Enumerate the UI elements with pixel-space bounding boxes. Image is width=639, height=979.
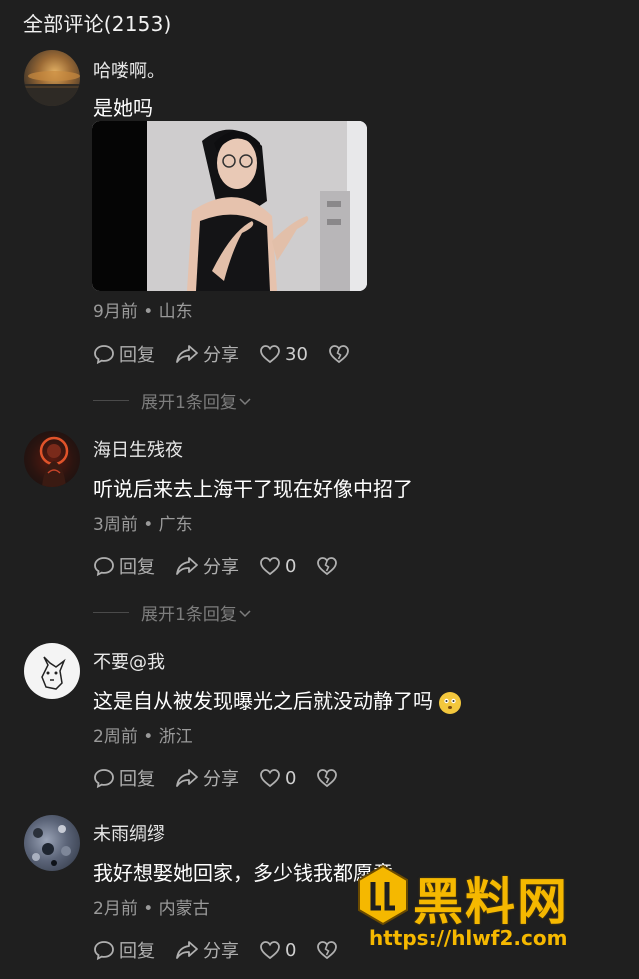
- dislike-button[interactable]: [316, 939, 342, 961]
- like-button[interactable]: 30: [259, 343, 308, 365]
- watermark: 黑料网 https://hlwf2.com: [355, 860, 635, 960]
- share-label: 分享: [203, 557, 239, 578]
- reply-button[interactable]: 回复: [93, 341, 155, 367]
- comment-meta: 3周前 • 广东: [93, 515, 193, 535]
- reply-label: 回复: [119, 941, 155, 962]
- comment-actions: 回复 分享 30: [93, 341, 374, 367]
- broken-heart-icon: [329, 345, 349, 364]
- reply-icon: [94, 769, 114, 789]
- dislike-button[interactable]: [316, 767, 342, 789]
- share-icon: [176, 769, 198, 787]
- share-button[interactable]: 分享: [175, 341, 239, 367]
- expand-replies[interactable]: 展开1条回复: [93, 388, 253, 413]
- username[interactable]: 海日生残夜: [93, 436, 183, 462]
- comment-meta: 9月前 • 山东: [93, 302, 193, 322]
- share-icon: [176, 345, 198, 363]
- comments-page: 全部评论(2153) 哈喽啊。 是她吗 9月前 • 山东 回复 分享 30 展开…: [0, 0, 639, 979]
- like-count: 0: [285, 939, 297, 961]
- dislike-button[interactable]: [316, 555, 342, 577]
- heart-icon: [260, 345, 280, 364]
- reply-icon: [94, 345, 114, 365]
- avatar-stones-image: [32, 825, 71, 866]
- avatar-sketch-dog-image: [41, 656, 66, 690]
- like-button[interactable]: 0: [259, 767, 296, 789]
- expand-label: 展开1条回复: [141, 605, 237, 625]
- broken-heart-icon: [317, 769, 338, 788]
- comment-text: 是她吗: [93, 96, 153, 120]
- comments-header: 全部评论(2153): [23, 12, 172, 36]
- reply-label: 回复: [119, 557, 155, 578]
- heart-icon: [260, 941, 280, 960]
- heart-icon: [260, 769, 280, 788]
- dislike-button[interactable]: [328, 343, 354, 365]
- share-icon: [176, 557, 198, 575]
- watermark-logo-icon: [358, 864, 408, 926]
- reply-label: 回复: [119, 769, 155, 790]
- avatar-sunset-image: [24, 71, 80, 106]
- like-count: 0: [285, 555, 297, 577]
- share-button[interactable]: 分享: [175, 765, 239, 791]
- comment-meta: 2周前 • 浙江: [93, 727, 193, 747]
- username[interactable]: 哈喽啊。: [93, 57, 165, 83]
- avatar[interactable]: [24, 431, 80, 487]
- broken-heart-icon: [317, 557, 338, 576]
- reply-button[interactable]: 回复: [93, 553, 155, 579]
- like-count: 30: [285, 343, 308, 365]
- watermark-title: 黑料网: [413, 873, 569, 931]
- chevron-down-icon: [239, 397, 251, 405]
- reply-button[interactable]: 回复: [93, 937, 155, 963]
- like-button[interactable]: 0: [259, 939, 296, 961]
- reply-label: 回复: [119, 345, 155, 366]
- broken-heart-icon: [317, 941, 338, 960]
- comment-actions: 回复 分享 0: [93, 937, 362, 963]
- share-label: 分享: [203, 345, 239, 366]
- avatar[interactable]: [24, 643, 80, 699]
- expand-label: 展开1条回复: [141, 393, 237, 413]
- comment-actions: 回复 分享 0: [93, 765, 362, 791]
- share-label: 分享: [203, 769, 239, 790]
- watermark-url: https://hlwf2.com: [369, 926, 568, 950]
- expand-replies[interactable]: 展开1条回复: [93, 600, 253, 625]
- comment-meta: 2月前 • 内蒙古: [93, 899, 210, 919]
- reply-icon: [94, 941, 114, 961]
- comment-text: 听说后来去上海干了现在好像中招了: [93, 477, 413, 501]
- comment-image[interactable]: [92, 121, 367, 291]
- reply-icon: [94, 557, 114, 577]
- avatar[interactable]: [24, 815, 80, 871]
- avatar-fire-figure-image: [39, 436, 69, 487]
- comment-actions: 回复 分享 0: [93, 553, 362, 579]
- share-button[interactable]: 分享: [175, 937, 239, 963]
- heart-icon: [260, 557, 280, 576]
- photo-woman-image: [92, 121, 367, 291]
- comment-text: 我好想娶她回家，多少钱我都愿意: [93, 861, 393, 885]
- like-count: 0: [285, 767, 297, 789]
- divider-line: [93, 612, 129, 613]
- username[interactable]: 不要@我: [93, 648, 165, 674]
- comment-text-content: 这是自从被发现曝光之后就没动静了吗: [93, 689, 433, 713]
- flushed-face-emoji-icon: [439, 691, 461, 714]
- reply-button[interactable]: 回复: [93, 765, 155, 791]
- divider-line: [93, 400, 129, 401]
- share-icon: [176, 941, 198, 959]
- share-button[interactable]: 分享: [175, 553, 239, 579]
- avatar[interactable]: [24, 50, 80, 106]
- comment-text: 这是自从被发现曝光之后就没动静了吗: [93, 685, 461, 714]
- share-label: 分享: [203, 941, 239, 962]
- chevron-down-icon: [239, 609, 251, 617]
- username[interactable]: 未雨绸缪: [93, 820, 165, 846]
- like-button[interactable]: 0: [259, 555, 296, 577]
